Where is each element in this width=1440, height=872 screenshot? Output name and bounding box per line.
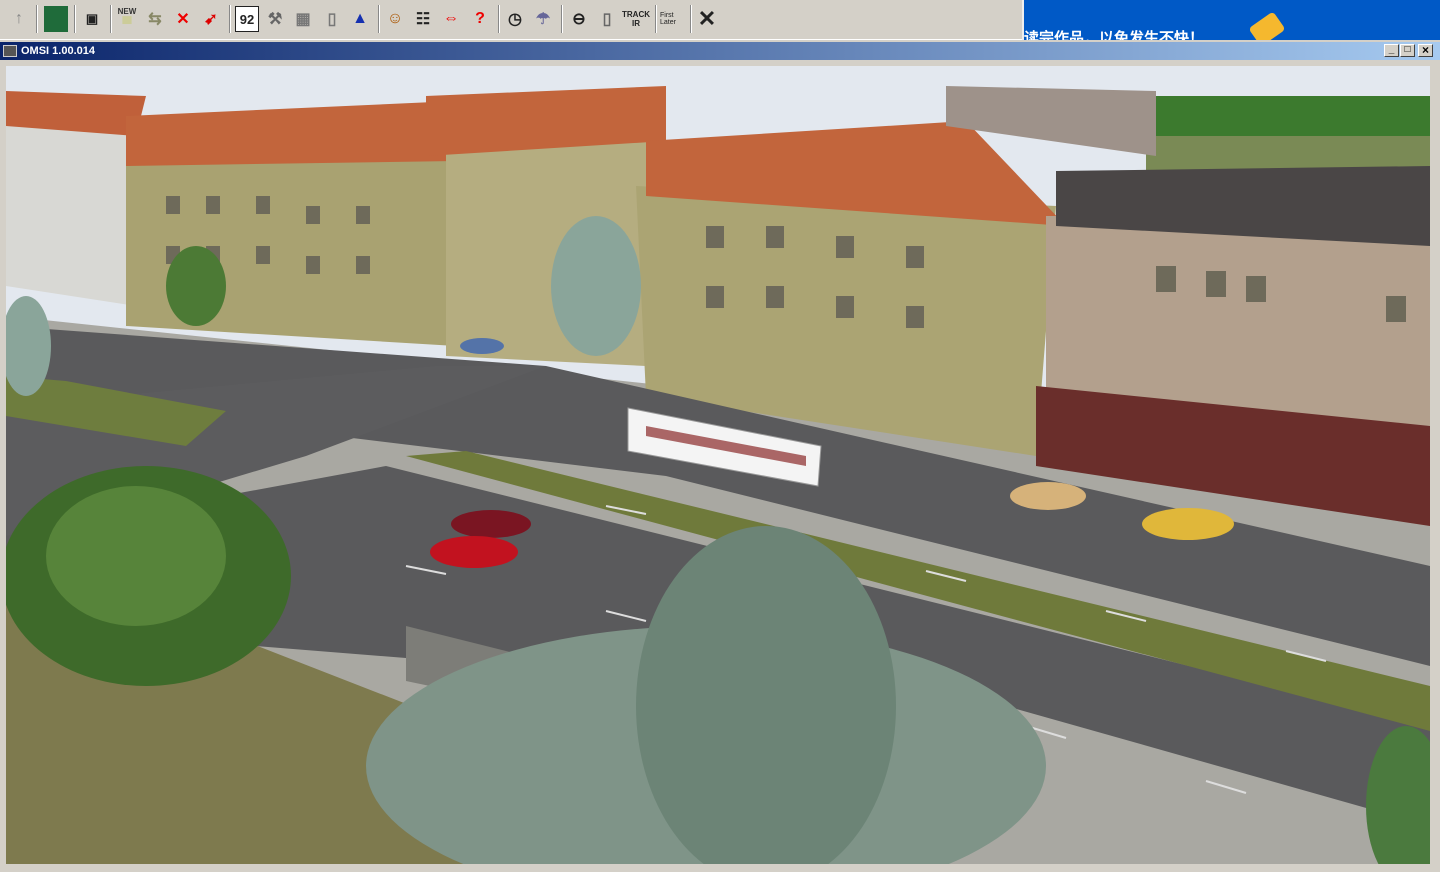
steering-wheel-icon[interactable]: ⊖ bbox=[567, 6, 591, 32]
mouse-icon[interactable]: ▯ bbox=[595, 6, 619, 32]
car bbox=[460, 338, 504, 354]
separator bbox=[110, 5, 112, 33]
tree bbox=[166, 246, 226, 326]
fuel-icon[interactable]: ▯ bbox=[320, 6, 344, 32]
wrench-icon[interactable]: ⚒ bbox=[263, 6, 287, 32]
separator bbox=[655, 5, 657, 33]
bell-icon[interactable]: ▲ bbox=[348, 6, 372, 32]
timetable-icon[interactable]: ☷ bbox=[411, 6, 435, 32]
desktop-banner-text: 读完作品，以免发生不快！ bbox=[1024, 30, 1205, 40]
building bbox=[6, 106, 136, 306]
main-toolbar: ↑ ▣ NEW ▀ ⇆ ✕ ➹ 92 ⚒ ▦ ▯ ▲ ☺ ☷ ⇔ ? ◷ ☂ ⊖ … bbox=[0, 0, 1022, 40]
car bbox=[451, 510, 531, 538]
separator bbox=[229, 5, 231, 33]
delete-bus-icon[interactable]: ✕ bbox=[171, 6, 195, 32]
separator bbox=[74, 5, 76, 33]
weather-icon[interactable]: ☂ bbox=[531, 6, 555, 32]
close-icon[interactable]: ✕ bbox=[695, 6, 719, 32]
window-title: OMSI 1.00.014 bbox=[21, 45, 95, 57]
chip-icon[interactable]: ▦ bbox=[291, 6, 315, 32]
map-icon[interactable] bbox=[44, 6, 68, 32]
scene-render bbox=[6, 66, 1430, 864]
switch-bus-icon[interactable]: ⇆ bbox=[143, 6, 167, 32]
minimize-button[interactable]: _ bbox=[1384, 44, 1399, 57]
pc-driver-switch-icon[interactable]: ⇔ bbox=[439, 6, 463, 32]
3d-scene-viewport[interactable] bbox=[6, 66, 1430, 864]
tree bbox=[551, 216, 641, 356]
line-number-icon[interactable]: 92 bbox=[235, 6, 259, 32]
later-option[interactable]: Later bbox=[660, 19, 676, 26]
car bbox=[1010, 482, 1086, 510]
close-button[interactable]: × bbox=[1418, 44, 1433, 57]
help-arrow-icon[interactable]: ? bbox=[468, 6, 492, 32]
place-pointer-icon[interactable]: ➹ bbox=[199, 6, 223, 32]
separator bbox=[561, 5, 563, 33]
separator bbox=[378, 5, 380, 33]
clock-icon[interactable]: ◷ bbox=[503, 6, 527, 32]
distant-forest bbox=[1146, 96, 1430, 136]
first-option[interactable]: First bbox=[660, 12, 674, 19]
car bbox=[1142, 508, 1234, 540]
separator bbox=[498, 5, 500, 33]
window-titlebar[interactable]: OMSI 1.00.014 _ □ × bbox=[0, 42, 1440, 60]
up-arrow-icon[interactable]: ↑ bbox=[7, 6, 31, 32]
trackir-icon[interactable]: TRACK IR bbox=[622, 6, 650, 32]
new-bus-icon[interactable]: NEW ▀ bbox=[115, 6, 139, 32]
save-icon[interactable]: ▣ bbox=[80, 6, 104, 32]
pencil-icon bbox=[1248, 11, 1286, 40]
first-later-toggle[interactable]: First Later bbox=[660, 6, 684, 32]
app-icon bbox=[3, 45, 17, 57]
maximize-button[interactable]: □ bbox=[1400, 44, 1415, 57]
driver-icon[interactable]: ☺ bbox=[383, 6, 407, 32]
desktop-background: 读完作品，以免发生不快！ bbox=[1022, 0, 1440, 40]
separator bbox=[690, 5, 692, 33]
car bbox=[430, 536, 518, 568]
separator bbox=[36, 5, 38, 33]
